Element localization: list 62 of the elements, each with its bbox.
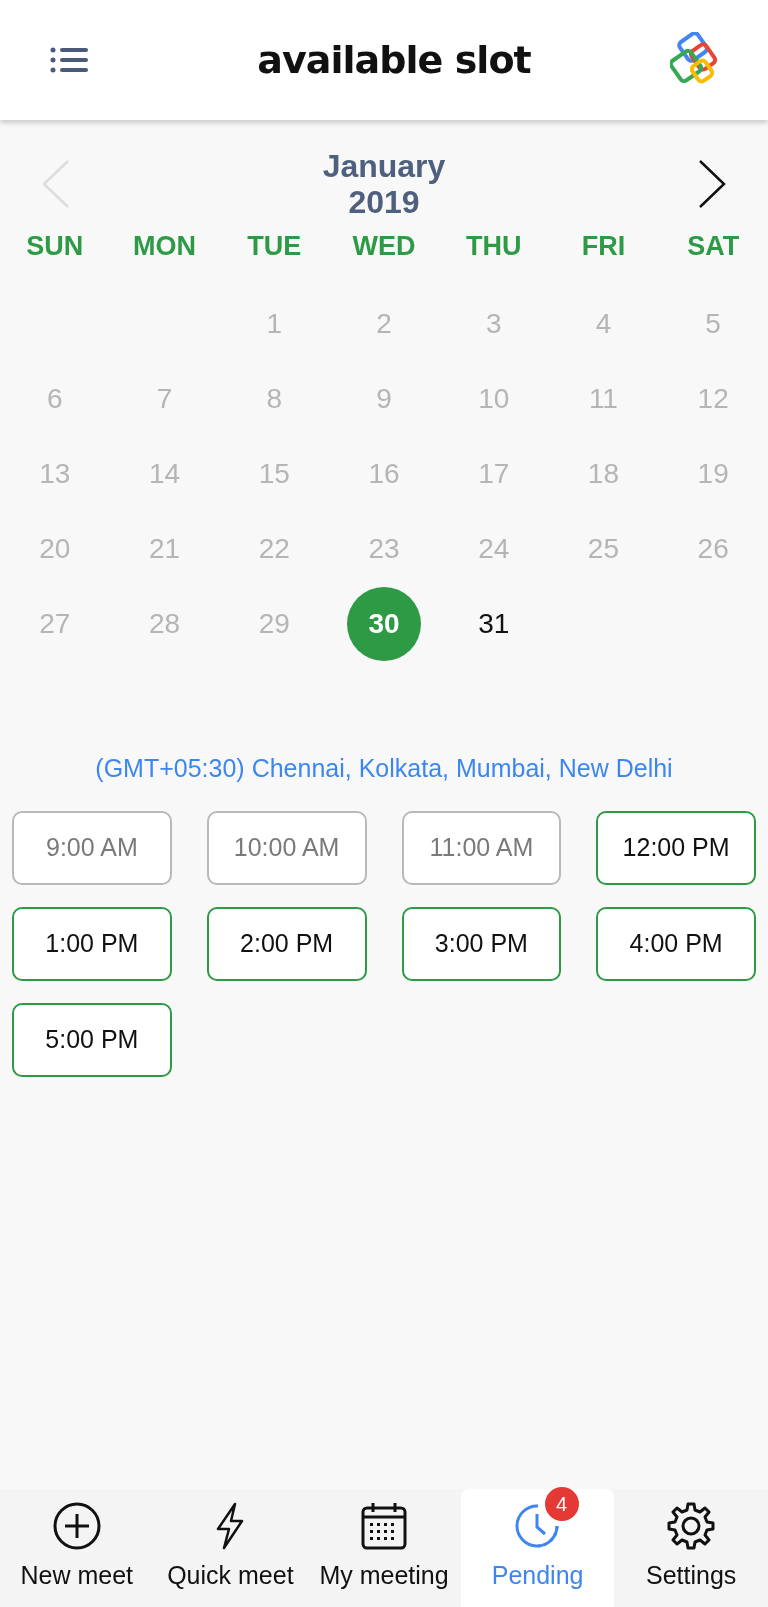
calendar-day: 8 [266,378,283,420]
time-slot-button[interactable]: 2:00 PM [206,907,367,981]
calendar-day: 20 [39,528,71,570]
calendar-day: 27 [39,603,71,645]
time-slot-button[interactable]: 1:00 PM [12,907,172,981]
calendar-day: 4 [595,303,612,345]
calendar-day: 28 [149,603,181,645]
calendar-day: 18 [587,453,619,495]
year-label: 2019 [348,184,420,220]
menu-icon[interactable] [50,46,88,74]
calendar-day: 3 [485,303,502,345]
calendar-day: 22 [258,528,290,570]
calendar-day: 7 [156,378,173,420]
calendar-day: 11 [588,378,618,420]
calendar-day: 26 [697,528,729,570]
weekday-label: SUN [26,230,84,263]
calendar-day: 23 [368,528,400,570]
timezone-label: (GMT+05:30) Chennai, Kolkata, Mumbai, New Delhi [95,752,673,784]
calendar-day: 17 [478,453,510,495]
weekday-label: MON [133,230,197,263]
calendar-day: 1 [266,303,283,345]
calendar-day[interactable]: 31 [478,603,510,645]
nav-tab[interactable]: Settings [614,1489,768,1607]
weekday-label: WED [352,230,416,263]
calendar-day: 16 [368,453,400,495]
nav-tab[interactable]: New meet [0,1489,154,1607]
weekday-label: SAT [687,230,740,263]
calendar-day: 21 [149,528,181,570]
calendar-day[interactable]: 30 [347,587,421,661]
time-slot-button: 11:00 AM [401,811,562,885]
notification-badge: 4 [544,1487,579,1522]
calendar-day: 13 [39,453,71,495]
calendar-day: 29 [258,603,290,645]
time-slot-button[interactable]: 5:00 PM [12,1003,172,1077]
time-slot-button[interactable]: 12:00 PM [596,811,756,885]
settings-icon [666,1501,717,1552]
screen-title: available slot [257,36,531,84]
time-slot-button[interactable]: 4:00 PM [596,907,756,981]
time-slot-button[interactable]: 3:00 PM [401,907,562,981]
weekday-label: FRI [581,230,626,263]
month-label: January [322,148,446,184]
calendar-day: 24 [478,528,510,570]
calendar-icon [359,1501,409,1552]
weekday-label: TUE [247,230,302,263]
time-slot-button: 10:00 AM [206,811,367,885]
chevron-right-icon[interactable] [696,159,728,209]
weekday-label: THU [465,230,522,263]
calendar-day: 6 [47,378,63,420]
calendar-day: 5 [705,303,721,345]
time-slot-button: 9:00 AM [12,811,172,885]
calendar-day: 12 [697,378,729,420]
calendar-day: 14 [149,453,181,495]
calendar-day: 2 [376,303,392,345]
nav-tab[interactable]: 4 Pending [460,1489,615,1607]
nav-tab[interactable]: My meeting [307,1489,461,1607]
calendar-day: 9 [376,378,392,420]
calendar-day: 25 [587,528,619,570]
calendar-day: 19 [697,453,729,495]
nav-tab[interactable]: Quick meet [153,1489,308,1607]
calendar-day: 15 [258,453,290,495]
calendar-day: 10 [478,378,510,420]
plus-circle-icon [51,1501,102,1552]
